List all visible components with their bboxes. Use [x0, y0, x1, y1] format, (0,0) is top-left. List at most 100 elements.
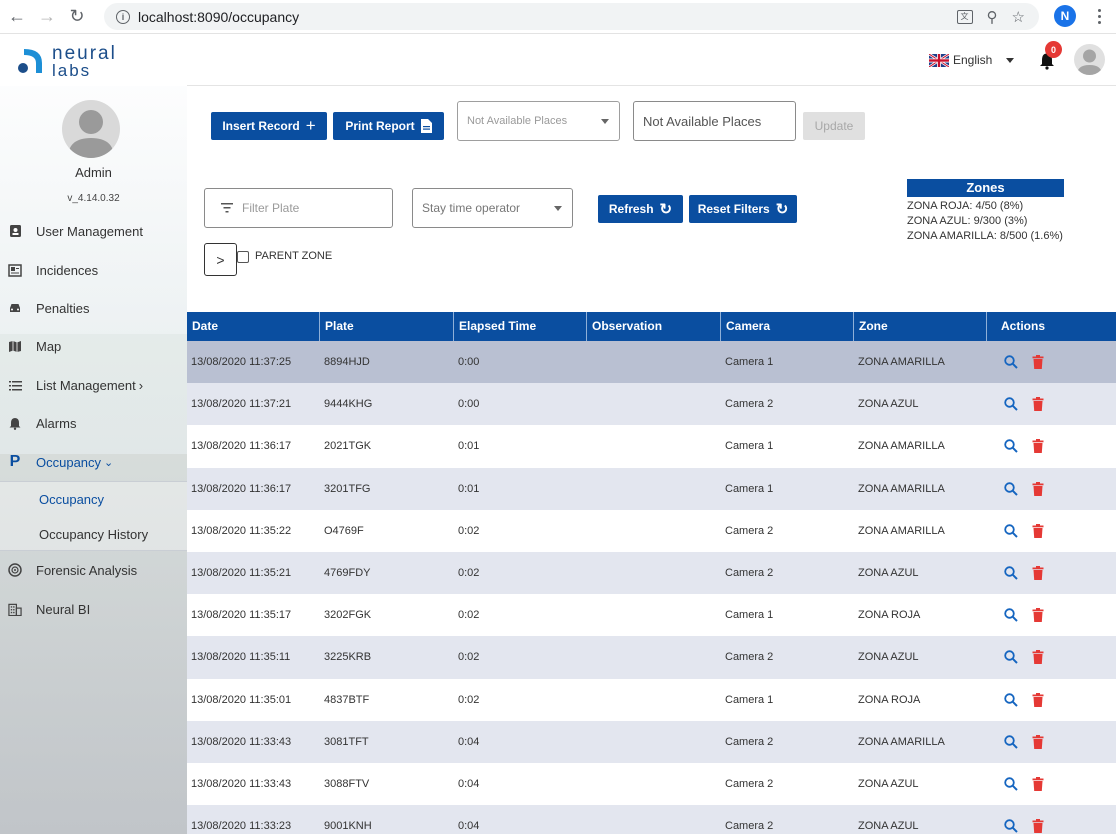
- submenu-item-occupancy-history[interactable]: Occupancy History: [39, 527, 148, 542]
- notification-count-badge: 0: [1045, 41, 1062, 58]
- user-avatar[interactable]: [62, 100, 120, 158]
- reset-filters-button[interactable]: Reset Filters ↻: [689, 195, 797, 223]
- url-text[interactable]: localhost:8090/occupancy: [138, 9, 299, 25]
- header-user-avatar[interactable]: [1074, 44, 1105, 75]
- sidebar-item-occupancy[interactable]: P Occupancy ⌄: [0, 447, 187, 477]
- uk-flag-icon: [929, 53, 949, 67]
- filter-icon: [221, 203, 233, 213]
- bookmark-star-icon[interactable]: ☆: [1012, 8, 1025, 26]
- sidebar-item-label: Incidences: [36, 262, 99, 278]
- building-icon: [8, 602, 22, 616]
- search-icon[interactable]: [1004, 650, 1018, 665]
- sidebar-item-alarms[interactable]: Alarms: [0, 408, 187, 438]
- cell-elapsed-time: 0:00: [458, 356, 480, 369]
- refresh-button[interactable]: Refresh ↻: [598, 195, 683, 223]
- parent-zone-checkbox[interactable]: [237, 251, 249, 263]
- language-label: English: [953, 53, 993, 67]
- search-icon[interactable]: [1004, 608, 1018, 622]
- language-selector[interactable]: English: [929, 53, 1015, 67]
- filter-plate-input[interactable]: Filter Plate: [204, 188, 393, 228]
- trash-icon[interactable]: [1032, 650, 1044, 665]
- zoom-icon[interactable]: ⚲: [987, 8, 998, 26]
- expand-button[interactable]: >: [204, 243, 237, 276]
- search-icon[interactable]: [1004, 777, 1018, 791]
- table-row[interactable]: 13/08/2020 11:35:17 3202FGK 0:02 Camera 1 ZO…: [187, 594, 1116, 636]
- column-header-plate[interactable]: Plate: [320, 312, 454, 341]
- trash-icon[interactable]: [1032, 734, 1044, 749]
- table-row[interactable]: 13/08/2020 11:37:21 9444KHG 0:00 Camera 2 ZO…: [187, 383, 1116, 426]
- cell-elapsed-time: 0:02: [458, 567, 480, 580]
- table-row[interactable]: 13/08/2020 11:35:22 O4769F 0:02 Camera 2 ZON…: [187, 510, 1116, 552]
- not-available-places-input[interactable]: Not Available Places: [633, 101, 796, 141]
- trash-icon[interactable]: [1032, 776, 1044, 791]
- address-bar[interactable]: i localhost:8090/occupancy 文 ⚲ ☆: [104, 3, 1039, 30]
- trash-icon[interactable]: [1032, 819, 1044, 834]
- print-report-button[interactable]: Print Report: [333, 112, 444, 140]
- submenu-item-occupancy[interactable]: Occupancy: [39, 492, 104, 507]
- table-row[interactable]: 13/08/2020 11:33:23 9001KNH 0:04 Camera 2 ZO…: [187, 805, 1116, 834]
- sidebar-item-list-management[interactable]: List Management ›: [0, 370, 187, 400]
- table-row[interactable]: 13/08/2020 11:35:21 4769FDY 0:02 Camera 2 ZO…: [187, 551, 1116, 595]
- trash-icon[interactable]: [1032, 439, 1044, 454]
- plus-icon: +: [305, 116, 316, 135]
- not-available-places-select[interactable]: Not Available Places: [457, 101, 620, 141]
- cell-zone: ZONA AZUL: [858, 777, 919, 790]
- column-header-observation[interactable]: Observation: [587, 312, 721, 341]
- sidebar-item-incidences[interactable]: Incidences: [0, 255, 187, 285]
- table-row[interactable]: 13/08/2020 11:35:01 4837BTF 0:02 Camera 1 ZO…: [187, 679, 1116, 721]
- table-row[interactable]: 13/08/2020 11:33:43 3081TFT 0:04 Camera 2 ZO…: [187, 720, 1116, 763]
- back-arrow-icon[interactable]: ←: [4, 4, 30, 30]
- row-actions: [987, 692, 1044, 707]
- cell-plate: 4769FDY: [324, 567, 371, 580]
- search-icon[interactable]: [1004, 439, 1018, 454]
- search-icon[interactable]: [1004, 692, 1018, 707]
- column-header-camera[interactable]: Camera: [721, 312, 854, 341]
- map-icon: [8, 339, 22, 353]
- trash-icon[interactable]: [1032, 523, 1044, 538]
- table-row[interactable]: 13/08/2020 11:36:17 2021TGK 0:01 Camera 1 ZO…: [187, 425, 1116, 467]
- table-row[interactable]: 13/08/2020 11:37:25 8894HJD 0:00 Camera 1 ZO…: [187, 341, 1116, 384]
- reload-icon[interactable]: ↻: [64, 4, 90, 30]
- stay-time-operator-select[interactable]: Stay time operator: [412, 188, 573, 228]
- search-icon[interactable]: [1004, 355, 1018, 369]
- sidebar: neural labs Admin v_4.14.0.32 User Manag…: [0, 34, 187, 834]
- table-body: 13/08/2020 11:37:25 8894HJD 0:00 Camera 1 ZO…: [187, 341, 1116, 834]
- trash-icon[interactable]: [1032, 692, 1044, 707]
- row-actions: [987, 355, 1044, 370]
- trash-icon[interactable]: [1032, 566, 1044, 581]
- trash-icon[interactable]: [1032, 397, 1044, 412]
- search-icon[interactable]: [1004, 481, 1018, 496]
- cell-plate: 3081TFT: [324, 735, 369, 748]
- table-row[interactable]: 13/08/2020 11:35:11 3225KRB 0:02 Camera 2 ZO…: [187, 636, 1116, 679]
- column-header-zone[interactable]: Zone: [854, 312, 987, 341]
- sidebar-item-neural-bi[interactable]: Neural BI: [0, 594, 187, 624]
- trash-icon[interactable]: [1032, 608, 1044, 623]
- cell-plate: 8894HJD: [324, 356, 370, 369]
- logo[interactable]: neural labs: [0, 34, 187, 86]
- sidebar-item-penalties[interactable]: Penalties: [0, 293, 187, 323]
- table-row[interactable]: 13/08/2020 11:33:43 3088FTV 0:04 Camera 2 ZO…: [187, 763, 1116, 805]
- search-icon[interactable]: [1004, 819, 1018, 833]
- translate-icon[interactable]: 文: [956, 9, 973, 24]
- search-icon[interactable]: [1004, 397, 1018, 411]
- insert-record-button[interactable]: Insert Record +: [211, 112, 327, 140]
- trash-icon[interactable]: [1032, 355, 1044, 370]
- trash-icon[interactable]: [1032, 481, 1044, 496]
- sidebar-item-forensic-analysis[interactable]: Forensic Analysis: [0, 555, 187, 585]
- sidebar-item-user-management[interactable]: User Management: [0, 216, 187, 246]
- column-header-date[interactable]: Date: [187, 312, 320, 341]
- browser-menu-icon[interactable]: [1090, 5, 1108, 27]
- column-header-elapsed-time[interactable]: Elapsed Time: [454, 312, 587, 341]
- table-row[interactable]: 13/08/2020 11:36:17 3201TFG 0:01 Camera 1 ZO…: [187, 467, 1116, 510]
- browser-profile-avatar[interactable]: N: [1054, 5, 1076, 27]
- info-icon[interactable]: i: [116, 9, 130, 24]
- search-icon[interactable]: [1004, 566, 1018, 580]
- update-button[interactable]: Update: [803, 112, 865, 140]
- forward-arrow-icon[interactable]: →: [34, 4, 60, 30]
- sidebar-item-map[interactable]: Map: [0, 331, 187, 361]
- search-icon[interactable]: [1004, 735, 1018, 749]
- sidebar-item-label: Occupancy: [36, 454, 102, 470]
- cell-zone: ZONA AMARILLA: [858, 356, 945, 369]
- search-icon[interactable]: [1004, 524, 1018, 538]
- print-report-label: Print Report: [345, 119, 415, 133]
